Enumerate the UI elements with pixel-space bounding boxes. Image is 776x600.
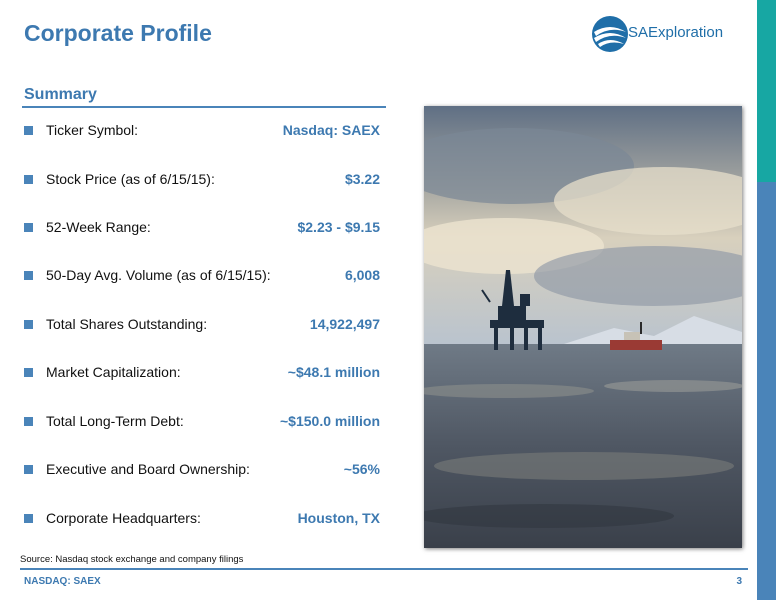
page-title: Corporate Profile [24,20,212,46]
swoosh-logo-icon [592,16,628,52]
list-item: Stock Price (as of 6/15/15): $3.22 [24,169,380,191]
footer-divider [20,568,748,570]
item-value: $3.22 [344,171,380,187]
item-label: Executive and Board Ownership: [46,461,250,477]
list-item: Market Capitalization: ~$48.1 million [24,362,380,384]
list-item: Corporate Headquarters: Houston, TX [24,508,380,530]
item-label: Corporate Headquarters: [46,510,201,526]
summary-divider [22,106,386,108]
bullet-icon [24,175,33,184]
item-label: Market Capitalization: [46,364,181,380]
item-value: Houston, TX [297,510,380,526]
item-value: ~$48.1 million [287,364,380,380]
item-label: 50-Day Avg. Volume (as of 6/15/15): [46,267,271,283]
bullet-icon [24,465,33,474]
right-teal-bar [757,0,776,182]
summary-heading: Summary [24,86,97,103]
item-label: 52-Week Range: [46,219,151,235]
item-label: Total Long-Term Debt: [46,413,184,429]
offshore-platform-photo [424,106,742,548]
list-item: Executive and Board Ownership: ~56% [24,459,380,481]
right-blue-bar [757,182,776,600]
item-value: ~56% [343,461,380,477]
item-label: Ticker Symbol: [46,122,139,138]
bullet-icon [24,514,33,523]
bullet-icon [24,126,33,135]
list-item: Total Long-Term Debt: ~$150.0 million [24,411,380,433]
bullet-icon [24,417,33,426]
list-item: Total Shares Outstanding: 14,922,497 [24,314,380,336]
bullet-icon [24,271,33,280]
footer-ticker: NASDAQ: SAEX [24,576,101,587]
item-value: ~$150.0 million [280,413,380,429]
item-value: $2.23 - $9.15 [297,219,380,235]
item-value: 14,922,497 [309,316,380,332]
bullet-icon [24,320,33,329]
page-number: 3 [736,576,742,587]
item-label: Stock Price (as of 6/15/15): [46,171,215,187]
item-label: Total Shares Outstanding: [46,316,208,332]
item-value: Nasdaq: SAEX [282,122,380,138]
item-value: 6,008 [344,267,380,283]
list-item: Ticker Symbol: Nasdaq: SAEX [24,120,380,142]
bullet-icon [24,223,33,232]
source-note: Source: Nasdaq stock exchange and compan… [20,554,244,565]
logo-text: SAExploration [628,24,724,41]
list-item: 50-Day Avg. Volume (as of 6/15/15): 6,00… [24,265,380,287]
bullet-icon [24,368,33,377]
list-item: 52-Week Range: $2.23 - $9.15 [24,217,380,239]
company-logo: SAExploration [590,14,740,54]
